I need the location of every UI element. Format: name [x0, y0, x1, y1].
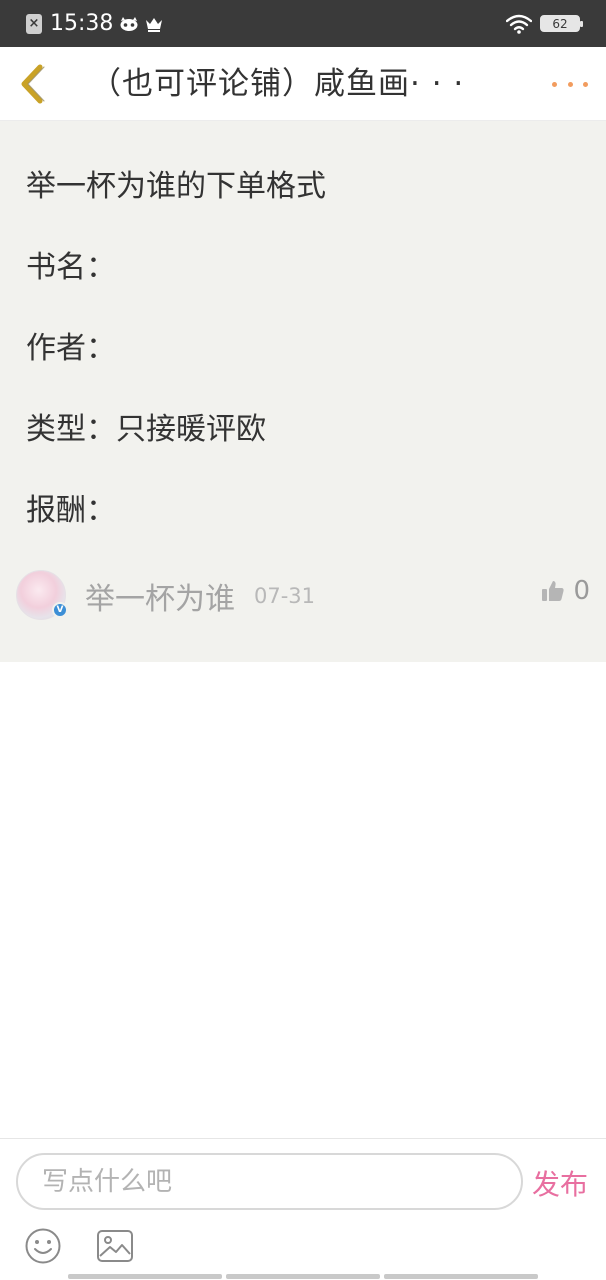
- smiley-icon: [25, 1228, 61, 1264]
- status-bar-right: 62: [506, 0, 583, 47]
- battery-indicator: 62: [540, 15, 583, 32]
- gesture-bar-segment: [226, 1274, 380, 1279]
- post-line-book-name: 书名：: [26, 250, 116, 285]
- status-bar: × 15:38 62: [0, 0, 606, 47]
- post-date: 07-31: [254, 584, 316, 608]
- more-button[interactable]: [552, 67, 588, 101]
- post-card: 举一杯为谁的下单格式 书名： 作者： 类型：只接暖评欧 报酬： V 举一杯为谁 …: [0, 121, 606, 662]
- gesture-bar-segment: [68, 1274, 222, 1279]
- like-button[interactable]: 0: [541, 576, 590, 606]
- page-title: （也可评论铺）咸鱼画· · ·: [90, 66, 465, 102]
- image-icon: [97, 1230, 133, 1262]
- back-button[interactable]: [14, 61, 54, 107]
- more-dots-icon: [583, 81, 588, 87]
- post-line-type: 类型：只接暖评欧: [26, 412, 266, 447]
- sim-off-icon: ×: [26, 13, 42, 34]
- verified-badge-icon: V: [52, 602, 68, 618]
- image-button[interactable]: [96, 1229, 134, 1263]
- thumbs-up-icon: [542, 581, 565, 601]
- nav-bar: （也可评论铺）咸鱼画· · ·: [0, 47, 606, 121]
- gesture-bar: [68, 1274, 538, 1279]
- status-bar-left: × 15:38: [0, 11, 163, 36]
- publish-button[interactable]: 发布: [532, 1163, 588, 1203]
- more-dots-icon: [567, 81, 573, 87]
- post-line-author: 作者：: [26, 331, 116, 366]
- author-name[interactable]: 举一杯为谁: [85, 574, 235, 618]
- status-time: 15:38: [50, 11, 114, 36]
- chevron-left-icon: [21, 64, 45, 104]
- like-count: 0: [573, 576, 590, 606]
- post-line-heading: 举一杯为谁的下单格式: [26, 169, 326, 204]
- wifi-icon: [506, 14, 532, 34]
- gesture-bar-segment: [384, 1274, 538, 1279]
- cat-face-icon: [120, 16, 138, 31]
- battery-level: 62: [552, 16, 568, 31]
- author-row: V 举一杯为谁 07-31 0: [16, 568, 590, 624]
- comment-input[interactable]: [16, 1153, 523, 1210]
- crown-icon: [146, 17, 163, 32]
- post-line-reward: 报酬：: [26, 493, 116, 528]
- comment-bar: 发布: [0, 1138, 606, 1280]
- more-dots-icon: [552, 81, 557, 87]
- emoji-button[interactable]: [24, 1227, 62, 1265]
